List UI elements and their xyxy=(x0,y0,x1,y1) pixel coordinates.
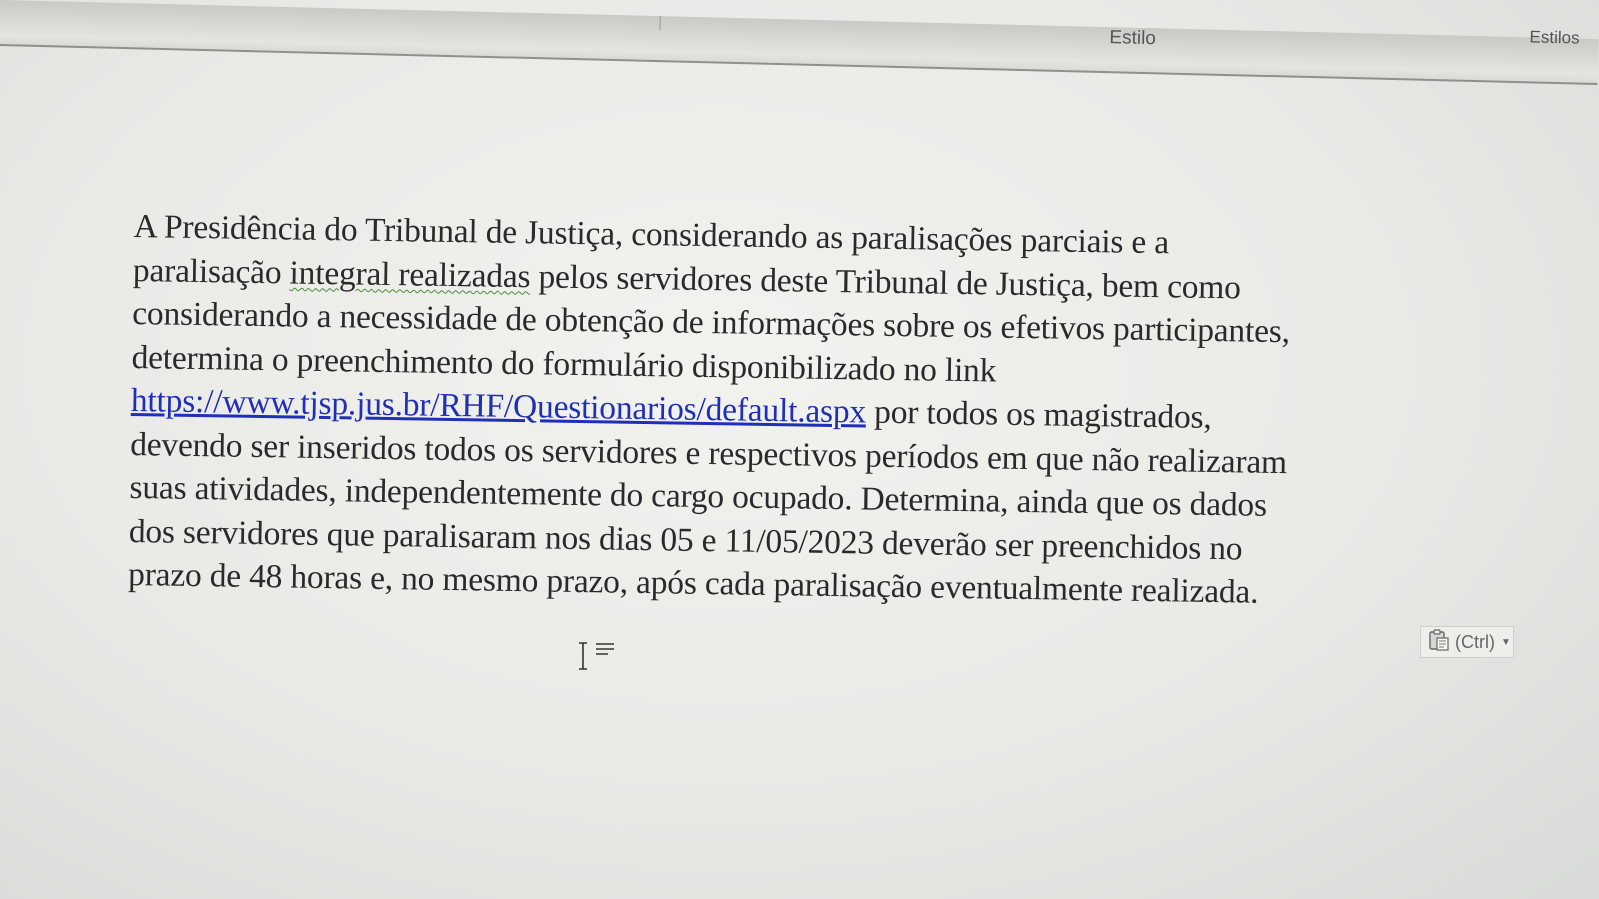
ribbon-group-label-estilo[interactable]: Estilo xyxy=(1109,27,1156,50)
text-line: por todos os magistrados, xyxy=(865,393,1212,436)
text-line: paralisação xyxy=(132,251,290,291)
ribbon: Estilo Estilos xyxy=(0,0,1599,86)
grammar-flagged-text[interactable]: integral realizadas xyxy=(289,254,530,295)
paste-options-label: (Ctrl) xyxy=(1455,631,1495,652)
hyperlink[interactable]: https://www.tjsp.jus.br/RHF/Questionario… xyxy=(131,382,867,431)
text-line: determina o preenchimento do formulário … xyxy=(131,338,997,390)
ibeam-cursor-icon xyxy=(576,640,616,674)
clipboard-icon xyxy=(1427,628,1451,657)
text-line: pelos servidores deste Tribunal de Justi… xyxy=(530,257,1242,306)
ribbon-group-label-estilos[interactable]: Estilos xyxy=(1529,27,1580,48)
ribbon-separator xyxy=(659,16,661,31)
document-body[interactable]: A Presidência do Tribunal de Justiça, co… xyxy=(128,205,1469,617)
chevron-down-icon: ▼ xyxy=(1500,636,1511,648)
paragraph[interactable]: A Presidência do Tribunal de Justiça, co… xyxy=(128,205,1469,617)
paste-options-button[interactable]: (Ctrl) ▼ xyxy=(1420,626,1514,658)
